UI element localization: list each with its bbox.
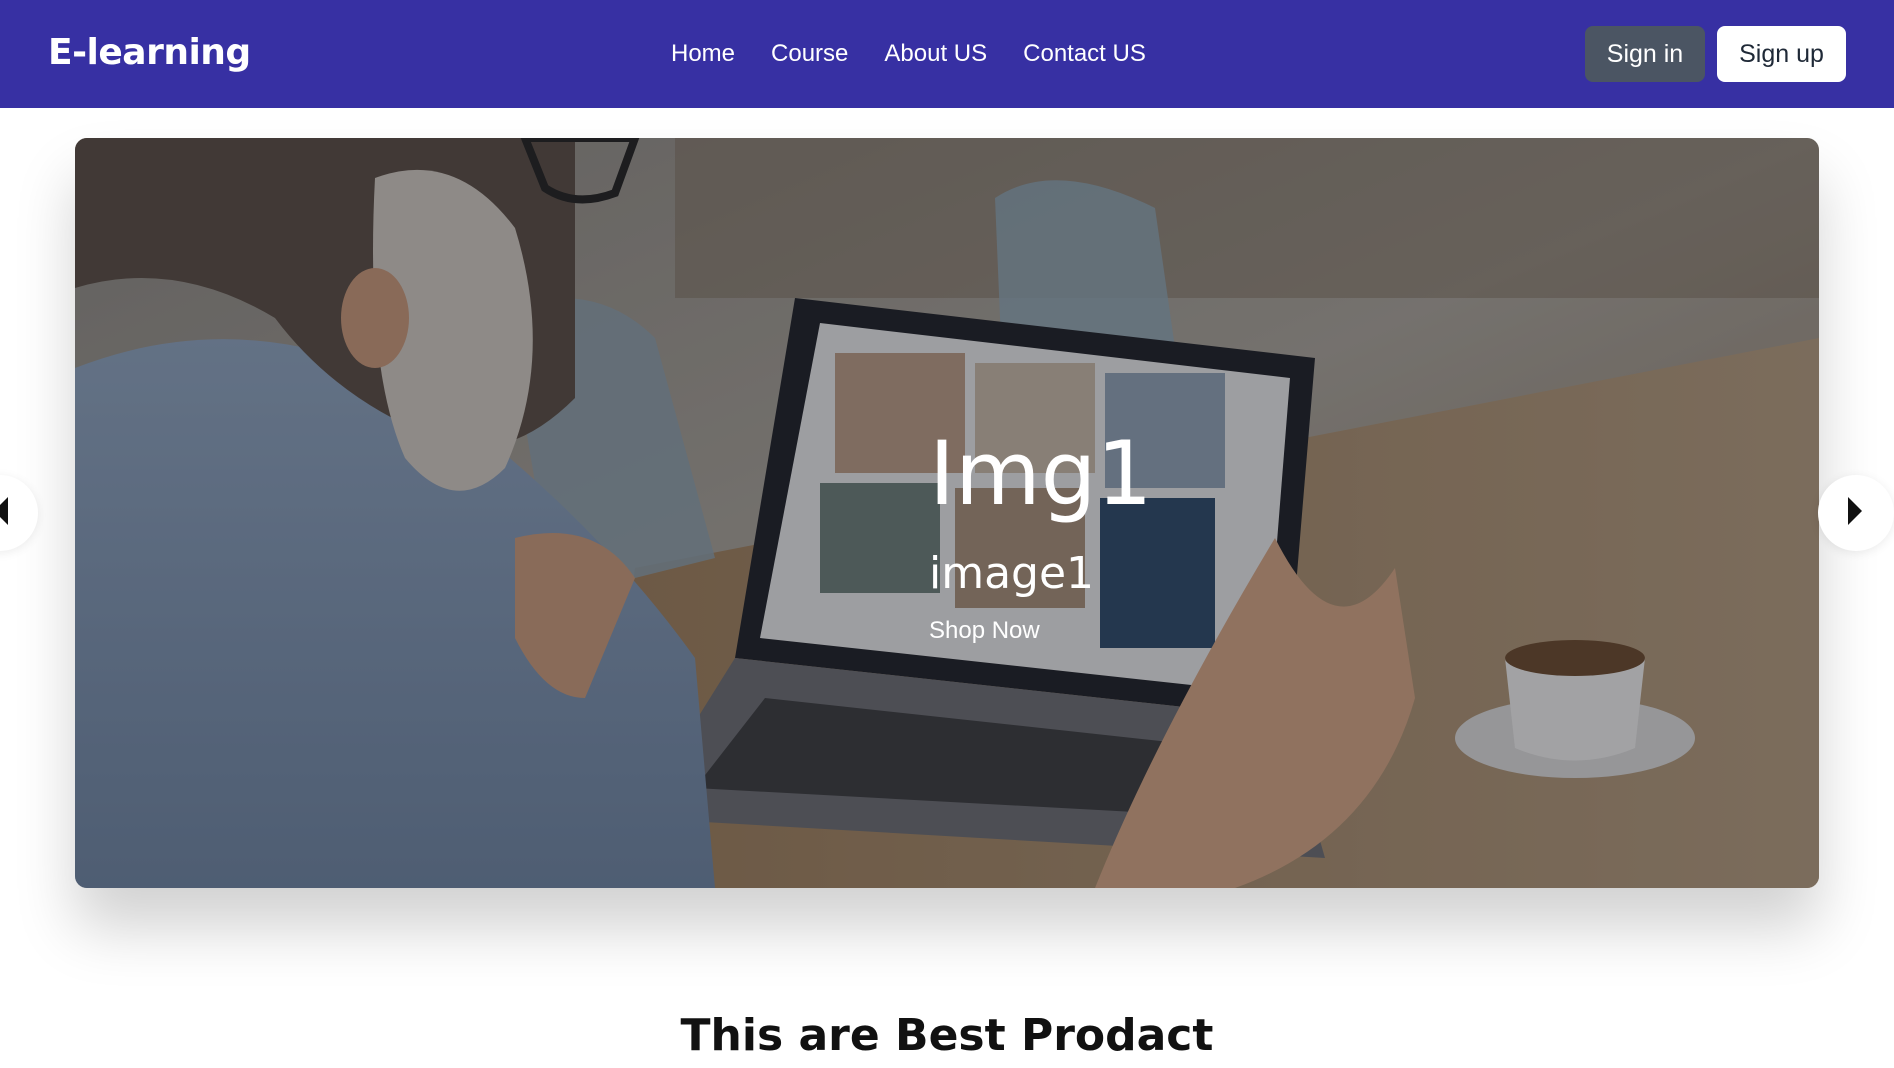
nav-links: Home Course About US Contact US — [671, 40, 1146, 68]
shop-now-link[interactable]: Shop Now — [929, 617, 1153, 645]
carousel-subtitle: image1 — [929, 548, 1095, 599]
nav-contact-link[interactable]: Contact US — [1023, 40, 1146, 68]
carousel-caption: Img1 image1 Shop Now — [929, 418, 1153, 645]
carousel-title: Img1 — [929, 422, 1153, 525]
carousel-next-button[interactable] — [1818, 475, 1894, 551]
chevron-right-icon — [1846, 495, 1866, 532]
sign-up-button[interactable]: Sign up — [1717, 26, 1846, 82]
hero-carousel: Img1 image1 Shop Now — [75, 138, 1819, 888]
nav-about-link[interactable]: About US — [884, 40, 987, 68]
section-title: This are Best Prodact — [680, 1010, 1214, 1061]
carousel-prev-button[interactable] — [0, 475, 38, 551]
nav-course-link[interactable]: Course — [771, 40, 848, 68]
brand-logo[interactable]: E-learning — [48, 32, 251, 73]
sign-in-button[interactable]: Sign in — [1585, 26, 1705, 82]
nav-home-link[interactable]: Home — [671, 40, 735, 68]
chevron-left-icon — [0, 495, 10, 532]
navbar: E-learning Home Course About US Contact … — [0, 0, 1894, 108]
